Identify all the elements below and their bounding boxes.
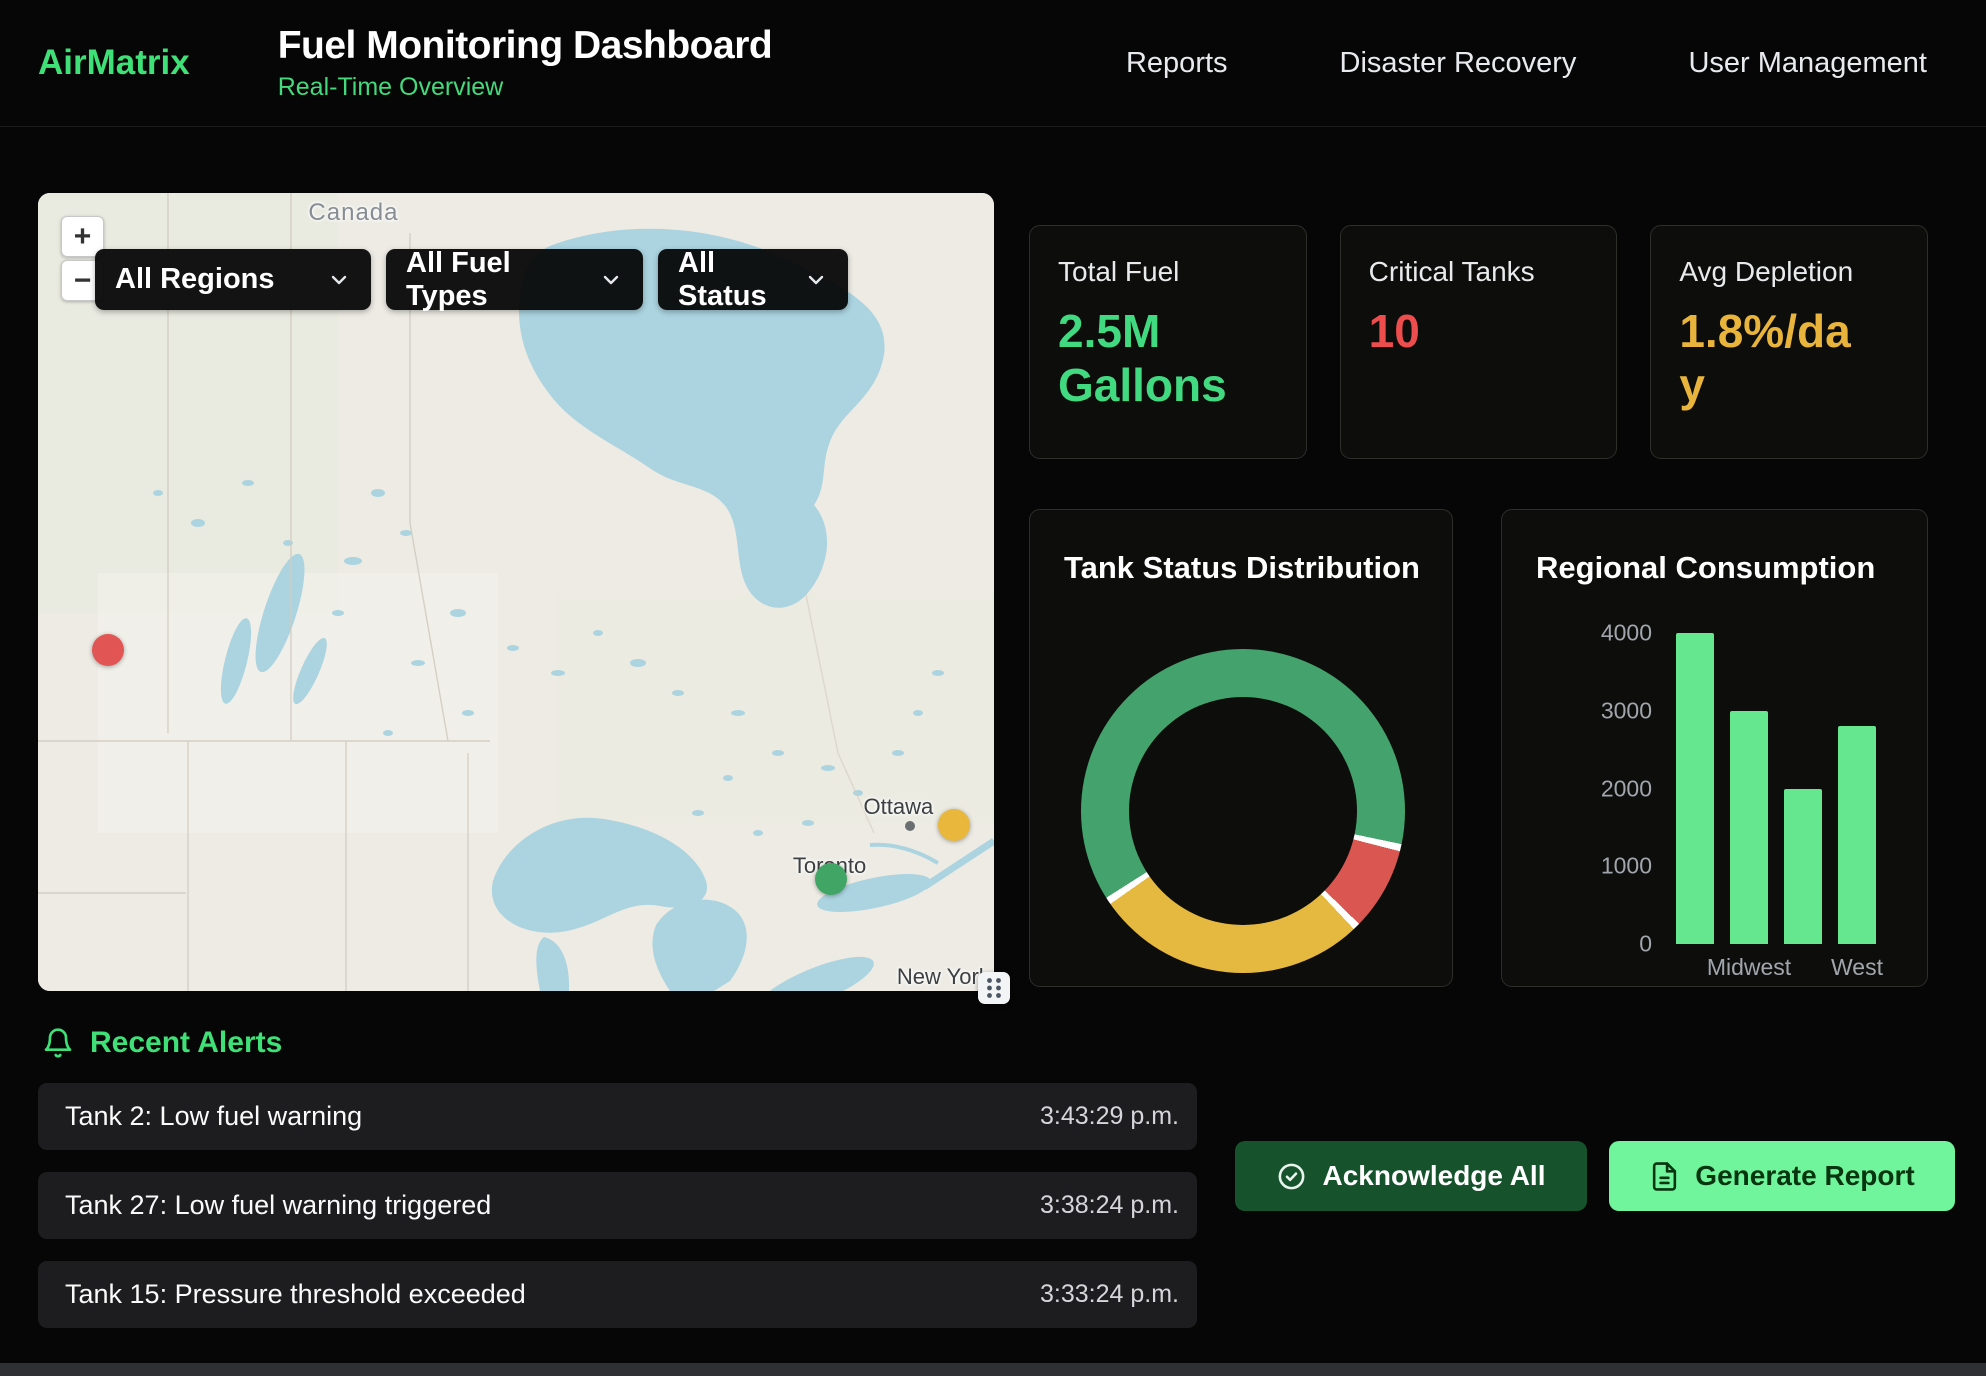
tank-status-title: Tank Status Distribution xyxy=(1064,550,1420,586)
alert-row[interactable]: Tank 15: Pressure threshold exceeded 3:3… xyxy=(38,1261,1197,1328)
bar-west xyxy=(1838,726,1876,944)
map-panel: CanadaOttawaTorontoNew York + − All Regi… xyxy=(38,193,994,991)
stat-label: Total Fuel xyxy=(1058,256,1278,288)
alerts-heading-label: Recent Alerts xyxy=(90,1026,282,1060)
stat-card-critical-tanks: Critical Tanks 10 xyxy=(1340,225,1618,459)
map-label-new-york: New York xyxy=(897,964,990,990)
tank-status-donut xyxy=(1081,649,1405,973)
fuel-type-filter-value: All Fuel Types xyxy=(406,247,585,313)
bar-y-tick: 3000 xyxy=(1601,697,1652,724)
bar-xlabels: Midwest West xyxy=(1676,954,1876,981)
bar-x-tick: Midwest xyxy=(1730,954,1768,981)
regional-consumption-card: Regional Consumption 0 1000 2000 3000 4000 M… xyxy=(1501,509,1928,987)
check-circle-icon xyxy=(1276,1161,1307,1192)
map-label-ottawa: Ottawa xyxy=(864,794,934,820)
acknowledge-all-button[interactable]: Acknowledge All xyxy=(1235,1141,1587,1211)
stat-card-avg-depletion: Avg Depletion 1.8%/day xyxy=(1650,225,1928,459)
regional-consumption-title: Regional Consumption xyxy=(1536,550,1875,586)
footer-bar xyxy=(0,1363,1986,1376)
document-icon xyxy=(1649,1161,1680,1192)
bar-midwest xyxy=(1730,711,1768,944)
tank-status-card: Tank Status Distribution xyxy=(1029,509,1453,987)
alert-message: Tank 15: Pressure threshold exceeded xyxy=(65,1279,526,1310)
bar-y-tick: 0 xyxy=(1639,931,1652,958)
bar-y-tick: 1000 xyxy=(1601,853,1652,880)
map-resize-handle[interactable] xyxy=(978,972,1010,1004)
title-block: Fuel Monitoring Dashboard Real-Time Over… xyxy=(278,24,772,102)
chevron-down-icon xyxy=(599,268,623,292)
fuel-monitoring-dashboard: AirMatrix Fuel Monitoring Dashboard Real… xyxy=(0,0,1986,1376)
alert-row[interactable]: Tank 27: Low fuel warning triggered 3:38… xyxy=(38,1172,1197,1239)
chevron-down-icon xyxy=(804,268,828,292)
stat-label: Critical Tanks xyxy=(1369,256,1589,288)
page-subtitle: Real-Time Overview xyxy=(278,73,772,102)
city-dot xyxy=(905,821,915,831)
bar-x-tick: West xyxy=(1838,954,1876,981)
region-filter-value: All Regions xyxy=(115,263,275,296)
alert-row[interactable]: Tank 2: Low fuel warning 3:43:29 p.m. xyxy=(38,1083,1197,1150)
app-header: AirMatrix Fuel Monitoring Dashboard Real… xyxy=(0,0,1986,127)
alert-message: Tank 2: Low fuel warning xyxy=(65,1101,362,1132)
stat-value: 1.8%/day xyxy=(1679,304,1854,413)
drag-dots-icon xyxy=(985,976,1003,1000)
alerts-heading: Recent Alerts xyxy=(42,1026,282,1060)
tank-marker-critical[interactable] xyxy=(92,634,124,666)
main-nav: Reports Disaster Recovery User Managemen… xyxy=(1126,47,1927,80)
stat-label: Avg Depletion xyxy=(1679,256,1899,288)
stats-row: Total Fuel 2.5M Gallons Critical Tanks 1… xyxy=(1029,225,1928,459)
alert-list: Tank 2: Low fuel warning 3:43:29 p.m. Ta… xyxy=(38,1083,1197,1350)
nav-user-management[interactable]: User Management xyxy=(1688,47,1927,80)
bar-y-tick: 4000 xyxy=(1601,620,1652,647)
stat-value: 10 xyxy=(1369,304,1589,358)
bar-region-3 xyxy=(1784,789,1822,945)
bar-region-1 xyxy=(1676,633,1714,944)
fuel-type-filter-select[interactable]: All Fuel Types xyxy=(386,249,643,310)
brand-logo[interactable]: AirMatrix xyxy=(38,43,190,83)
status-filter-value: All Status xyxy=(678,247,790,313)
bar-plot xyxy=(1676,633,1876,944)
bar-yaxis: 01000200030004000 xyxy=(1502,633,1652,944)
alert-time: 3:33:24 p.m. xyxy=(1040,1280,1179,1309)
bell-icon xyxy=(42,1026,74,1060)
region-filter-select[interactable]: All Regions xyxy=(95,249,371,310)
page-title: Fuel Monitoring Dashboard xyxy=(278,24,772,68)
alert-message: Tank 27: Low fuel warning triggered xyxy=(65,1190,491,1221)
alert-time: 3:43:29 p.m. xyxy=(1040,1102,1179,1131)
alert-time: 3:38:24 p.m. xyxy=(1040,1191,1179,1220)
chevron-down-icon xyxy=(327,268,351,292)
donut-hole xyxy=(1129,697,1357,925)
map-marker-layer: CanadaOttawaTorontoNew York xyxy=(38,193,994,991)
stat-value: 2.5M Gallons xyxy=(1058,304,1278,413)
nav-disaster-recovery[interactable]: Disaster Recovery xyxy=(1340,47,1577,80)
map-filter-bar: All Regions All Fuel Types All Status xyxy=(95,249,848,310)
tank-marker-normal[interactable] xyxy=(815,863,847,895)
generate-report-label: Generate Report xyxy=(1695,1160,1914,1192)
tank-marker-warning[interactable] xyxy=(938,809,970,841)
map-label-canada: Canada xyxy=(308,199,398,227)
acknowledge-all-label: Acknowledge All xyxy=(1322,1160,1545,1192)
stat-card-total-fuel: Total Fuel 2.5M Gallons xyxy=(1029,225,1307,459)
bar-y-tick: 2000 xyxy=(1601,775,1652,802)
bar-x-tick xyxy=(1784,954,1822,981)
status-filter-select[interactable]: All Status xyxy=(658,249,848,310)
generate-report-button[interactable]: Generate Report xyxy=(1609,1141,1955,1211)
nav-reports[interactable]: Reports xyxy=(1126,47,1228,80)
